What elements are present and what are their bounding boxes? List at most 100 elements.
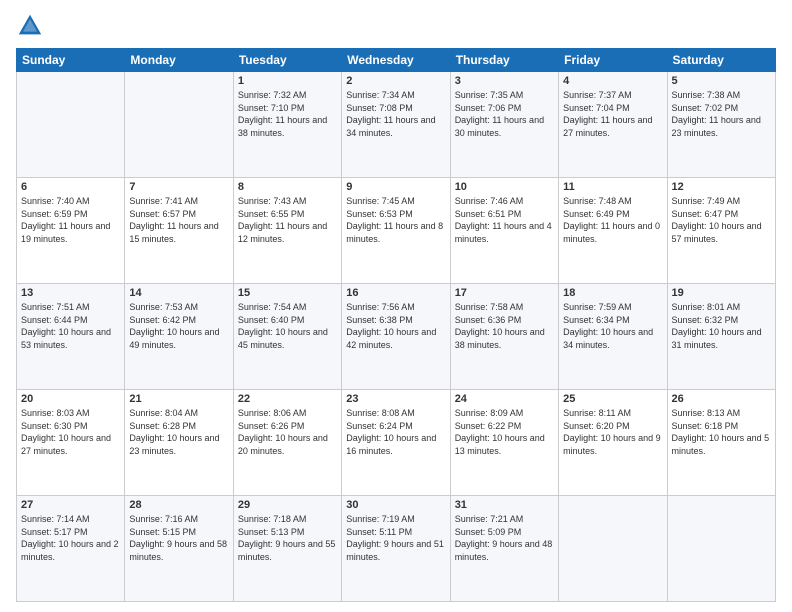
day-info: Sunrise: 8:13 AM Sunset: 6:18 PM Dayligh… bbox=[672, 407, 771, 457]
day-number: 5 bbox=[672, 75, 771, 87]
day-number: 9 bbox=[346, 181, 445, 193]
day-cell: 26 Sunrise: 8:13 AM Sunset: 6:18 PM Dayli… bbox=[667, 390, 775, 496]
day-cell: 8 Sunrise: 7:43 AM Sunset: 6:55 PM Daylig… bbox=[233, 178, 341, 284]
day-number: 16 bbox=[346, 287, 445, 299]
day-info: Sunrise: 8:11 AM Sunset: 6:20 PM Dayligh… bbox=[563, 407, 662, 457]
day-info: Sunrise: 7:38 AM Sunset: 7:02 PM Dayligh… bbox=[672, 89, 771, 139]
day-cell: 23 Sunrise: 8:08 AM Sunset: 6:24 PM Dayli… bbox=[342, 390, 450, 496]
day-info: Sunrise: 7:43 AM Sunset: 6:55 PM Dayligh… bbox=[238, 195, 337, 245]
day-number: 10 bbox=[455, 181, 554, 193]
day-number: 4 bbox=[563, 75, 662, 87]
day-number: 27 bbox=[21, 499, 120, 511]
weekday-header-wednesday: Wednesday bbox=[342, 49, 450, 72]
header bbox=[16, 12, 776, 40]
week-row-4: 20 Sunrise: 8:03 AM Sunset: 6:30 PM Dayli… bbox=[17, 390, 776, 496]
day-info: Sunrise: 7:49 AM Sunset: 6:47 PM Dayligh… bbox=[672, 195, 771, 245]
day-info: Sunrise: 7:32 AM Sunset: 7:10 PM Dayligh… bbox=[238, 89, 337, 139]
weekday-header-saturday: Saturday bbox=[667, 49, 775, 72]
day-number: 23 bbox=[346, 393, 445, 405]
day-cell: 9 Sunrise: 7:45 AM Sunset: 6:53 PM Daylig… bbox=[342, 178, 450, 284]
day-info: Sunrise: 7:34 AM Sunset: 7:08 PM Dayligh… bbox=[346, 89, 445, 139]
day-cell: 27 Sunrise: 7:14 AM Sunset: 5:17 PM Dayli… bbox=[17, 496, 125, 602]
day-cell: 16 Sunrise: 7:56 AM Sunset: 6:38 PM Dayli… bbox=[342, 284, 450, 390]
day-number: 20 bbox=[21, 393, 120, 405]
day-number: 26 bbox=[672, 393, 771, 405]
day-cell: 21 Sunrise: 8:04 AM Sunset: 6:28 PM Dayli… bbox=[125, 390, 233, 496]
day-cell: 29Sunrise: 7:18 AM Sunset: 5:13 PM Dayli… bbox=[233, 496, 341, 602]
day-info: Sunrise: 7:18 AM Sunset: 5:13 PM Dayligh… bbox=[238, 513, 337, 563]
logo-icon bbox=[16, 12, 44, 40]
day-number: 15 bbox=[238, 287, 337, 299]
day-number: 1 bbox=[238, 75, 337, 87]
day-number: 21 bbox=[129, 393, 228, 405]
day-info: Sunrise: 7:16 AM Sunset: 5:15 PM Dayligh… bbox=[129, 513, 228, 563]
day-number: 24 bbox=[455, 393, 554, 405]
day-info: Sunrise: 8:04 AM Sunset: 6:28 PM Dayligh… bbox=[129, 407, 228, 457]
day-info: Sunrise: 8:06 AM Sunset: 6:26 PM Dayligh… bbox=[238, 407, 337, 457]
day-number: 14 bbox=[129, 287, 228, 299]
day-number: 17 bbox=[455, 287, 554, 299]
day-number: 28 bbox=[129, 499, 228, 511]
day-info: Sunrise: 7:14 AM Sunset: 5:17 PM Dayligh… bbox=[21, 513, 120, 563]
day-info: Sunrise: 7:19 AM Sunset: 5:11 PM Dayligh… bbox=[346, 513, 445, 563]
day-number: 6 bbox=[21, 181, 120, 193]
day-cell bbox=[17, 72, 125, 178]
day-number: 25 bbox=[563, 393, 662, 405]
day-cell: 30 Sunrise: 7:19 AM Sunset: 5:11 PM Dayli… bbox=[342, 496, 450, 602]
day-cell: 5 Sunrise: 7:38 AM Sunset: 7:02 PM Daylig… bbox=[667, 72, 775, 178]
day-cell bbox=[125, 72, 233, 178]
week-row-5: 27 Sunrise: 7:14 AM Sunset: 5:17 PM Dayli… bbox=[17, 496, 776, 602]
day-number: 13 bbox=[21, 287, 120, 299]
day-cell: 17 Sunrise: 7:58 AM Sunset: 6:36 PM Dayli… bbox=[450, 284, 558, 390]
weekday-header-thursday: Thursday bbox=[450, 49, 558, 72]
day-cell: 31 Sunrise: 7:21 AM Sunset: 5:09 PM Dayli… bbox=[450, 496, 558, 602]
day-info: Sunrise: 8:03 AM Sunset: 6:30 PM Dayligh… bbox=[21, 407, 120, 457]
day-cell: 6Sunrise: 7:40 AM Sunset: 6:59 PM Daylig… bbox=[17, 178, 125, 284]
day-number: 30 bbox=[346, 499, 445, 511]
day-number: 22 bbox=[238, 393, 337, 405]
logo bbox=[16, 12, 48, 40]
day-info: Sunrise: 7:48 AM Sunset: 6:49 PM Dayligh… bbox=[563, 195, 662, 245]
day-cell: 13 Sunrise: 7:51 AM Sunset: 6:44 PM Dayli… bbox=[17, 284, 125, 390]
day-number: 18 bbox=[563, 287, 662, 299]
day-cell: 18 Sunrise: 7:59 AM Sunset: 6:34 PM Dayli… bbox=[559, 284, 667, 390]
day-cell: 3Sunrise: 7:35 AM Sunset: 7:06 PM Daylig… bbox=[450, 72, 558, 178]
day-cell: 15 Sunrise: 7:54 AM Sunset: 6:40 PM Dayli… bbox=[233, 284, 341, 390]
day-cell: 24 Sunrise: 8:09 AM Sunset: 6:22 PM Dayli… bbox=[450, 390, 558, 496]
weekday-header-monday: Monday bbox=[125, 49, 233, 72]
day-cell bbox=[559, 496, 667, 602]
day-info: Sunrise: 7:37 AM Sunset: 7:04 PM Dayligh… bbox=[563, 89, 662, 139]
day-number: 8 bbox=[238, 181, 337, 193]
weekday-header-sunday: Sunday bbox=[17, 49, 125, 72]
day-info: Sunrise: 7:58 AM Sunset: 6:36 PM Dayligh… bbox=[455, 301, 554, 351]
day-number: 7 bbox=[129, 181, 228, 193]
day-info: Sunrise: 7:21 AM Sunset: 5:09 PM Dayligh… bbox=[455, 513, 554, 563]
weekday-row: SundayMondayTuesdayWednesdayThursdayFrid… bbox=[17, 49, 776, 72]
day-info: Sunrise: 8:08 AM Sunset: 6:24 PM Dayligh… bbox=[346, 407, 445, 457]
day-info: Sunrise: 7:51 AM Sunset: 6:44 PM Dayligh… bbox=[21, 301, 120, 351]
day-info: Sunrise: 7:41 AM Sunset: 6:57 PM Dayligh… bbox=[129, 195, 228, 245]
day-cell: 11Sunrise: 7:48 AM Sunset: 6:49 PM Dayli… bbox=[559, 178, 667, 284]
day-info: Sunrise: 7:46 AM Sunset: 6:51 PM Dayligh… bbox=[455, 195, 554, 245]
day-number: 19 bbox=[672, 287, 771, 299]
day-info: Sunrise: 7:45 AM Sunset: 6:53 PM Dayligh… bbox=[346, 195, 445, 245]
day-cell: 7 Sunrise: 7:41 AM Sunset: 6:57 PM Daylig… bbox=[125, 178, 233, 284]
day-cell: 14Sunrise: 7:53 AM Sunset: 6:42 PM Dayli… bbox=[125, 284, 233, 390]
weekday-header-friday: Friday bbox=[559, 49, 667, 72]
day-info: Sunrise: 8:01 AM Sunset: 6:32 PM Dayligh… bbox=[672, 301, 771, 351]
day-info: Sunrise: 8:09 AM Sunset: 6:22 PM Dayligh… bbox=[455, 407, 554, 457]
day-number: 3 bbox=[455, 75, 554, 87]
day-number: 31 bbox=[455, 499, 554, 511]
day-number: 2 bbox=[346, 75, 445, 87]
week-row-3: 13 Sunrise: 7:51 AM Sunset: 6:44 PM Dayli… bbox=[17, 284, 776, 390]
day-cell: 1 Sunrise: 7:32 AM Sunset: 7:10 PM Daylig… bbox=[233, 72, 341, 178]
day-cell bbox=[667, 496, 775, 602]
day-info: Sunrise: 7:59 AM Sunset: 6:34 PM Dayligh… bbox=[563, 301, 662, 351]
day-number: 12 bbox=[672, 181, 771, 193]
day-cell: 2 Sunrise: 7:34 AM Sunset: 7:08 PM Daylig… bbox=[342, 72, 450, 178]
day-cell: 22 Sunrise: 8:06 AM Sunset: 6:26 PM Dayli… bbox=[233, 390, 341, 496]
day-info: Sunrise: 7:56 AM Sunset: 6:38 PM Dayligh… bbox=[346, 301, 445, 351]
day-cell: 20 Sunrise: 8:03 AM Sunset: 6:30 PM Dayli… bbox=[17, 390, 125, 496]
day-cell: 4 Sunrise: 7:37 AM Sunset: 7:04 PM Daylig… bbox=[559, 72, 667, 178]
day-info: Sunrise: 7:54 AM Sunset: 6:40 PM Dayligh… bbox=[238, 301, 337, 351]
